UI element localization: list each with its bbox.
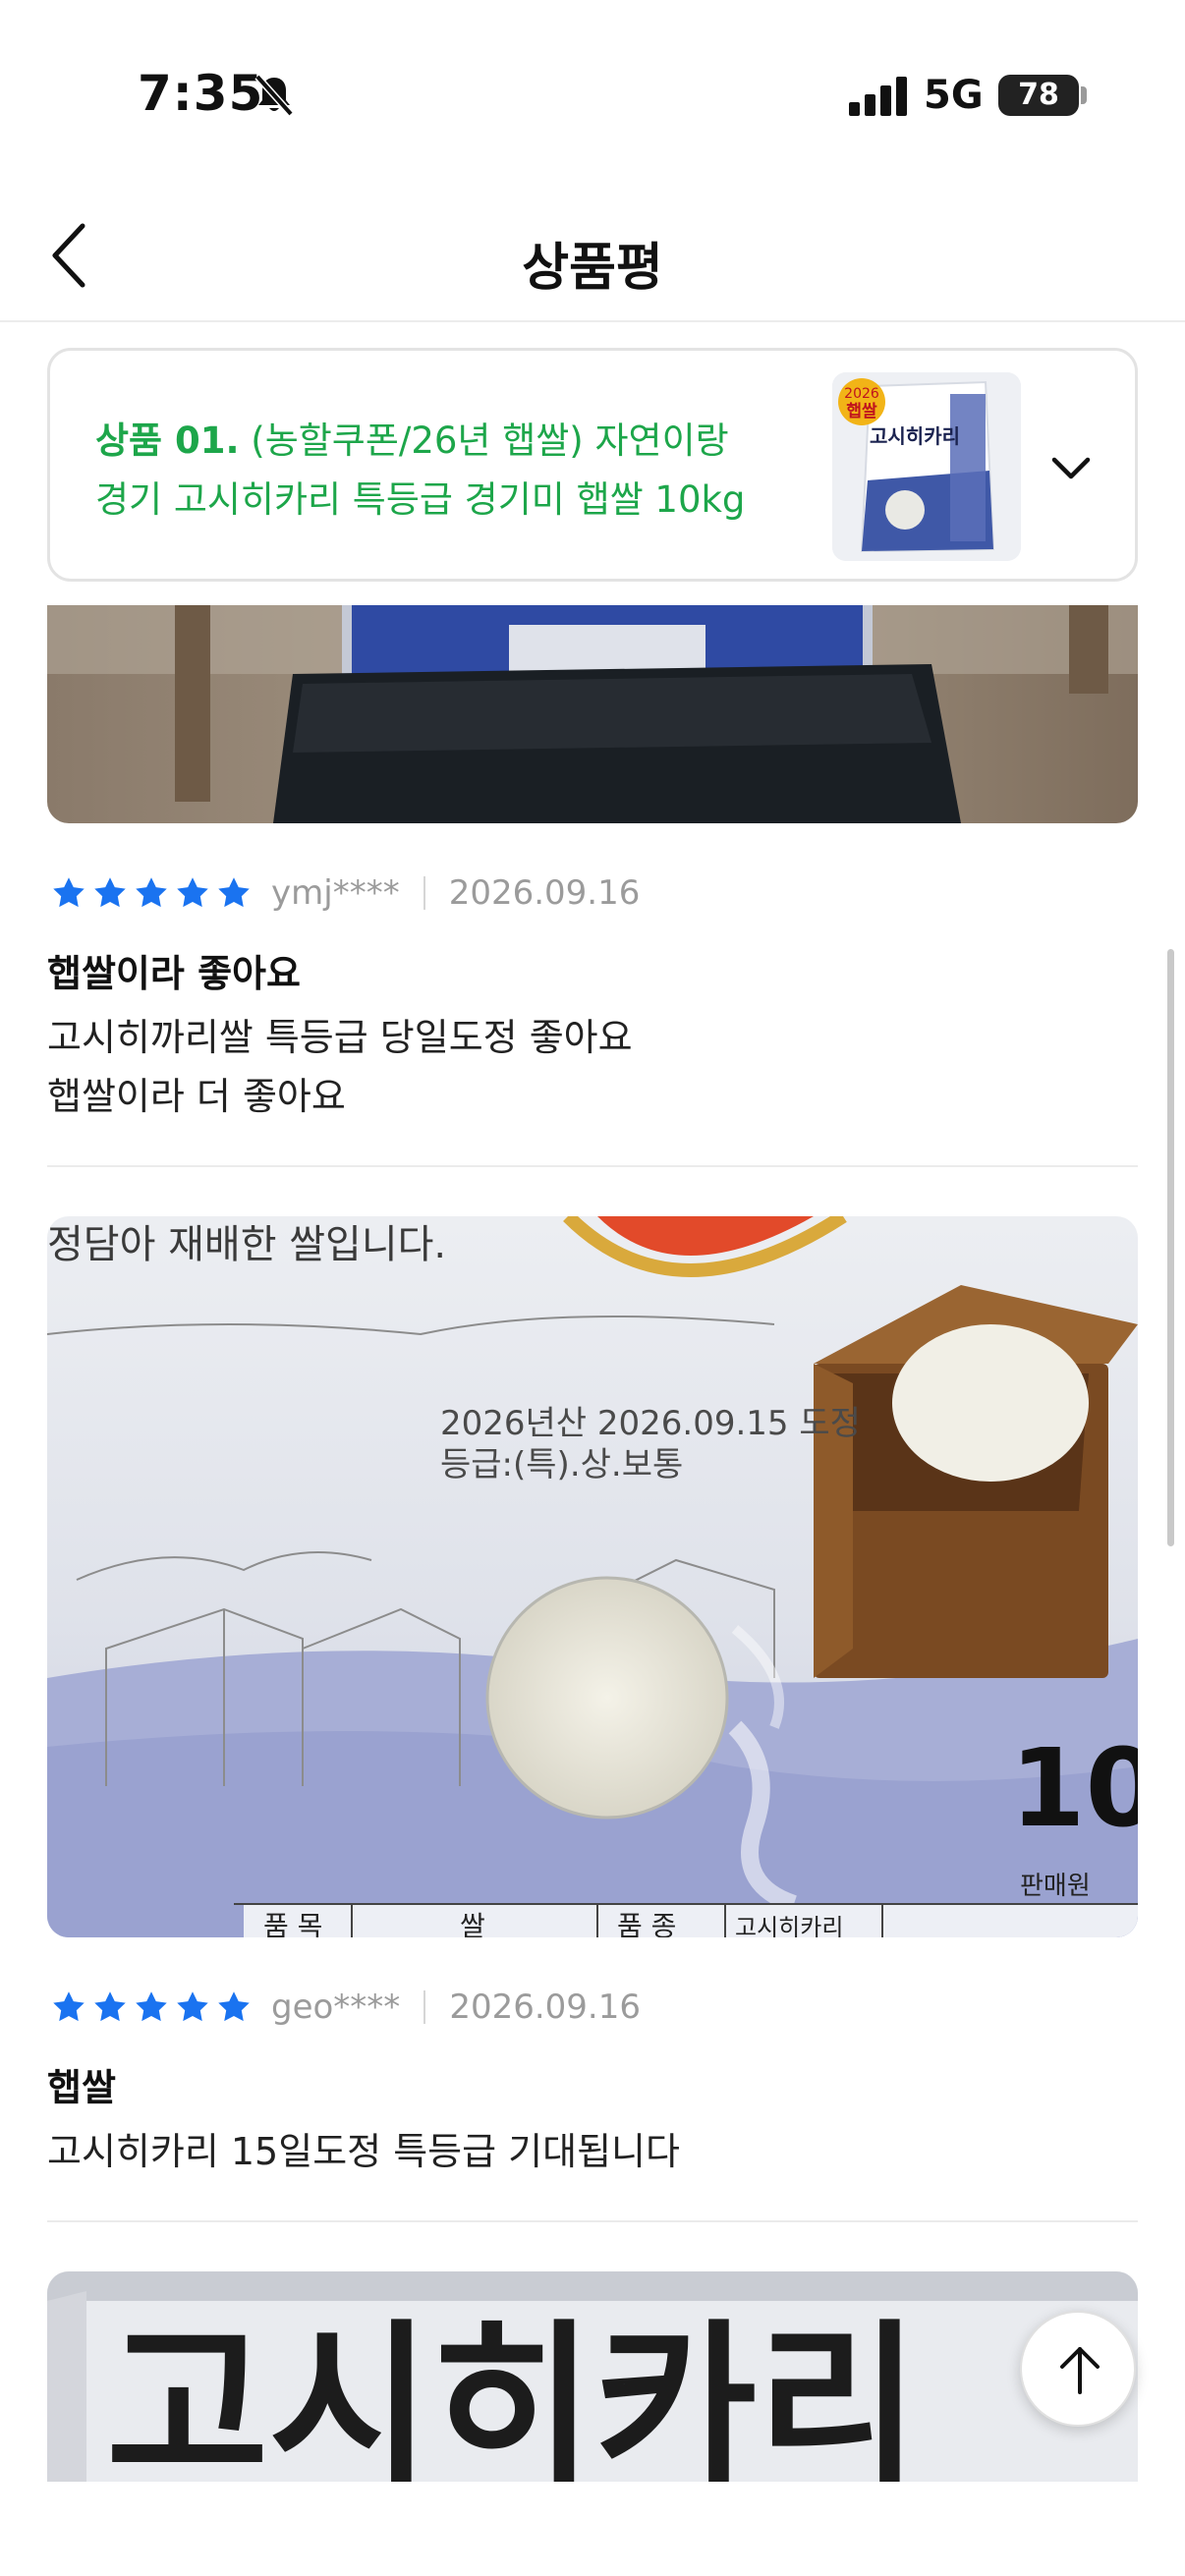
review-separator — [47, 2220, 1138, 2222]
review-title: 햅쌀 — [47, 2066, 116, 2109]
photo-stamp-line2: 등급:(특).상.보통 — [440, 1445, 683, 1484]
nav-header: 상품평 — [0, 187, 1185, 322]
review-separator — [47, 1165, 1138, 1167]
review-meta: geo**** 2026.09.16 — [51, 1983, 641, 2032]
rice-bag-closeup-image: 정담아 재배한 쌀입니다. 2026년산 2026.09.15 도정 등급:(특… — [47, 1216, 1138, 1937]
thumb-badge-word: 햅쌀 — [846, 401, 877, 421]
review-body-line: 고시히까리쌀 특등급 당일도정 좋아요 — [47, 1016, 633, 1059]
star-icon — [136, 1991, 167, 2022]
photo-big-text: 고시히카리 — [106, 2305, 920, 2482]
battery-cap — [1081, 86, 1087, 104]
network-label: 5G — [924, 73, 984, 118]
arrow-up-icon — [1060, 2347, 1100, 2394]
review-photo[interactable]: 고시히카리 — [47, 2271, 1138, 2482]
rice-bag-label-image: 고시히카리 — [47, 2271, 1138, 2482]
bell-off-icon — [254, 74, 294, 117]
meta-divider — [423, 876, 425, 910]
photo-weight: 10 — [1010, 1725, 1138, 1851]
review-meta: ymj**** 2026.09.16 — [51, 868, 640, 918]
photo-table-4: 고시히카리 — [735, 1914, 843, 1937]
product-name: 상품 01. (농할쿠폰/26년 햅쌀) 자연이랑 경기 고시히카리 특등급 경… — [95, 412, 842, 530]
photo-table-1: 품 목 — [263, 1910, 322, 1937]
photo-table-3: 품 종 — [617, 1910, 676, 1937]
scrollbar[interactable] — [1167, 949, 1174, 1546]
product-line1: (농할쿠폰/26년 햅쌀) 자연이랑 — [239, 420, 729, 462]
photo-table-2: 쌀 — [460, 1910, 485, 1937]
star-icon — [177, 877, 208, 908]
chevron-down-icon[interactable] — [1046, 443, 1096, 492]
scroll-to-top-button[interactable] — [1020, 2311, 1136, 2427]
star-icon — [53, 877, 85, 908]
star-icon — [218, 1991, 250, 2022]
product-label: 상품 01. — [95, 420, 240, 462]
photo-stamp-line1: 2026년산 2026.09.15 도정 — [440, 1404, 861, 1443]
review-body: 고시히카리 15일도정 특등급 기대됩니다 — [47, 2122, 680, 2181]
review-date: 2026.09.16 — [449, 1988, 641, 2027]
page-title: 상품평 — [522, 239, 663, 298]
star-icon — [218, 877, 250, 908]
product-thumbnail: 2026 햅쌀 고시히카리 — [832, 372, 1021, 561]
review-photo[interactable]: 정담아 재배한 쌀입니다. 2026년산 2026.09.15 도정 등급:(특… — [47, 1216, 1138, 1937]
review-date: 2026.09.16 — [448, 873, 641, 913]
star-icon — [53, 1991, 85, 2022]
status-time: 7:35 — [138, 65, 264, 122]
star-icon — [136, 877, 167, 908]
star-icon — [177, 1991, 208, 2022]
review-body: 고시히까리쌀 특등급 당일도정 좋아요 햅쌀이라 더 좋아요 — [47, 1008, 633, 1126]
review-title: 햅쌀이라 좋아요 — [47, 952, 301, 995]
review-body-line: 고시히카리 15일도정 특등급 기대됩니다 — [47, 2130, 680, 2173]
thumb-brand: 고시히카리 — [870, 424, 960, 448]
star-icon — [94, 1991, 126, 2022]
rice-bag-on-stool-image — [47, 605, 1138, 823]
star-rating — [51, 1989, 252, 2025]
status-bar: 7:35 5G 78 — [0, 0, 1185, 187]
battery-level: 78 — [1018, 78, 1059, 112]
review-photo[interactable] — [47, 605, 1138, 823]
rice-bag-image: 2026 햅쌀 고시히카리 — [832, 372, 1021, 561]
meta-divider — [423, 1990, 426, 2024]
signal-icon — [849, 77, 907, 116]
review-body-line: 햅쌀이라 더 좋아요 — [47, 1075, 346, 1118]
photo-top-text: 정담아 재배한 쌀입니다. — [47, 1222, 446, 1267]
star-icon — [94, 877, 126, 908]
review-user: geo**** — [271, 1988, 401, 2027]
thumb-badge-year: 2026 — [844, 386, 879, 402]
review-user: ymj**** — [271, 873, 400, 913]
star-rating — [51, 875, 252, 911]
photo-seller: 판매원 — [1020, 1872, 1091, 1901]
product-selector[interactable]: 상품 01. (농할쿠폰/26년 햅쌀) 자연이랑 경기 고시히카리 특등급 경… — [47, 348, 1138, 582]
product-line2: 경기 고시히카리 특등급 경기미 햅쌀 10kg — [95, 478, 746, 521]
